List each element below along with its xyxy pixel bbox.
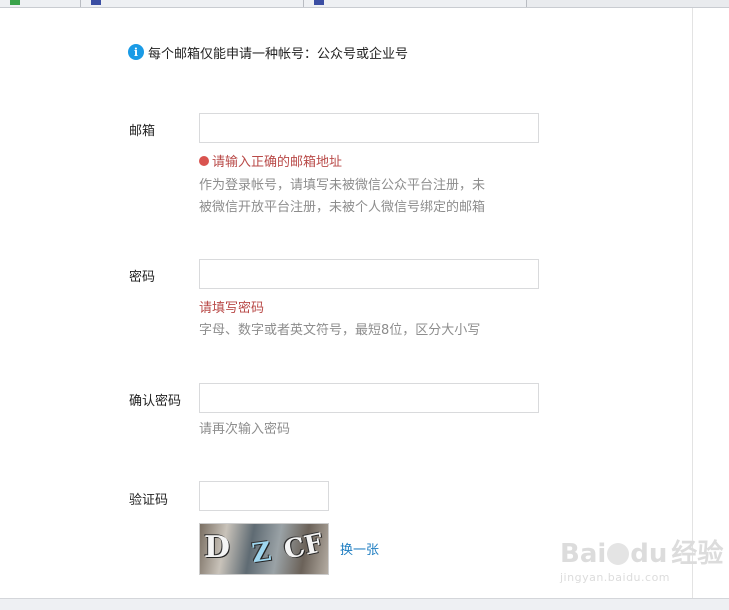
email-label: 邮箱	[129, 124, 156, 139]
tab-favicon-icon	[91, 0, 101, 5]
notice-text: 每个邮箱仅能申请一种帐号：公众号或企业号	[148, 46, 409, 62]
tab-favicon-icon	[314, 0, 324, 5]
browser-tab-strip	[0, 0, 729, 8]
captcha-glyph: D	[204, 530, 231, 565]
watermark-brand-suffix: du	[630, 539, 668, 569]
password-error-text: 请填写密码	[199, 301, 265, 316]
captcha-field[interactable]	[200, 482, 328, 510]
baidu-jingyan-watermark: Bai du 经验 jingyan.baidu.com	[560, 540, 723, 584]
error-dot-icon	[199, 155, 209, 166]
watermark-cn: 经验	[671, 539, 724, 569]
browser-tab[interactable]	[81, 0, 304, 7]
confirm-password-field[interactable]	[200, 384, 538, 412]
email-field[interactable]	[200, 114, 538, 142]
captcha-glyph: CF	[281, 528, 326, 566]
info-icon: i	[128, 44, 144, 60]
confirm-password-hint: 请再次输入密码	[199, 422, 291, 437]
refresh-captcha-link[interactable]: 换一张	[340, 539, 379, 558]
email-hint: 作为登录帐号，请填写未被微信公众平台注册，未 被微信开放平台注册，未被个人微信号…	[199, 175, 485, 219]
email-error: 请输入正确的邮箱地址	[199, 151, 342, 170]
password-error: 请填写密码	[199, 297, 264, 316]
password-label: 密码	[129, 270, 156, 285]
tab-favicon-icon	[10, 0, 20, 5]
password-field[interactable]	[200, 260, 538, 288]
bottom-scrollbar[interactable]	[0, 598, 729, 610]
email-hint-line: 作为登录帐号，请填写未被微信公众平台注册，未	[199, 178, 486, 193]
captcha-label: 验证码	[129, 493, 169, 508]
browser-tab[interactable]	[0, 0, 81, 7]
email-error-text: 请输入正确的邮箱地址	[212, 155, 343, 170]
account-type-notice: i 每个邮箱仅能申请一种帐号：公众号或企业号	[128, 43, 409, 62]
password-hint: 字母、数字或者英文符号，最短8位，区分大小写	[199, 323, 481, 338]
password-field-box	[199, 259, 539, 289]
confirm-password-label: 确认密码	[129, 394, 182, 409]
email-hint-line: 被微信开放平台注册，未被个人微信号绑定的邮箱	[199, 200, 486, 215]
email-field-box	[199, 113, 539, 143]
registration-form-panel	[0, 8, 693, 598]
watermark-brand: Bai	[560, 539, 607, 569]
captcha-image[interactable]: D Z CF	[199, 523, 329, 575]
browser-tab[interactable]	[304, 0, 527, 7]
paw-icon	[607, 543, 630, 565]
confirm-password-field-box	[199, 383, 539, 413]
captcha-glyph: Z	[250, 536, 273, 570]
watermark-url: jingyan.baidu.com	[560, 571, 671, 584]
captcha-field-box	[199, 481, 329, 511]
